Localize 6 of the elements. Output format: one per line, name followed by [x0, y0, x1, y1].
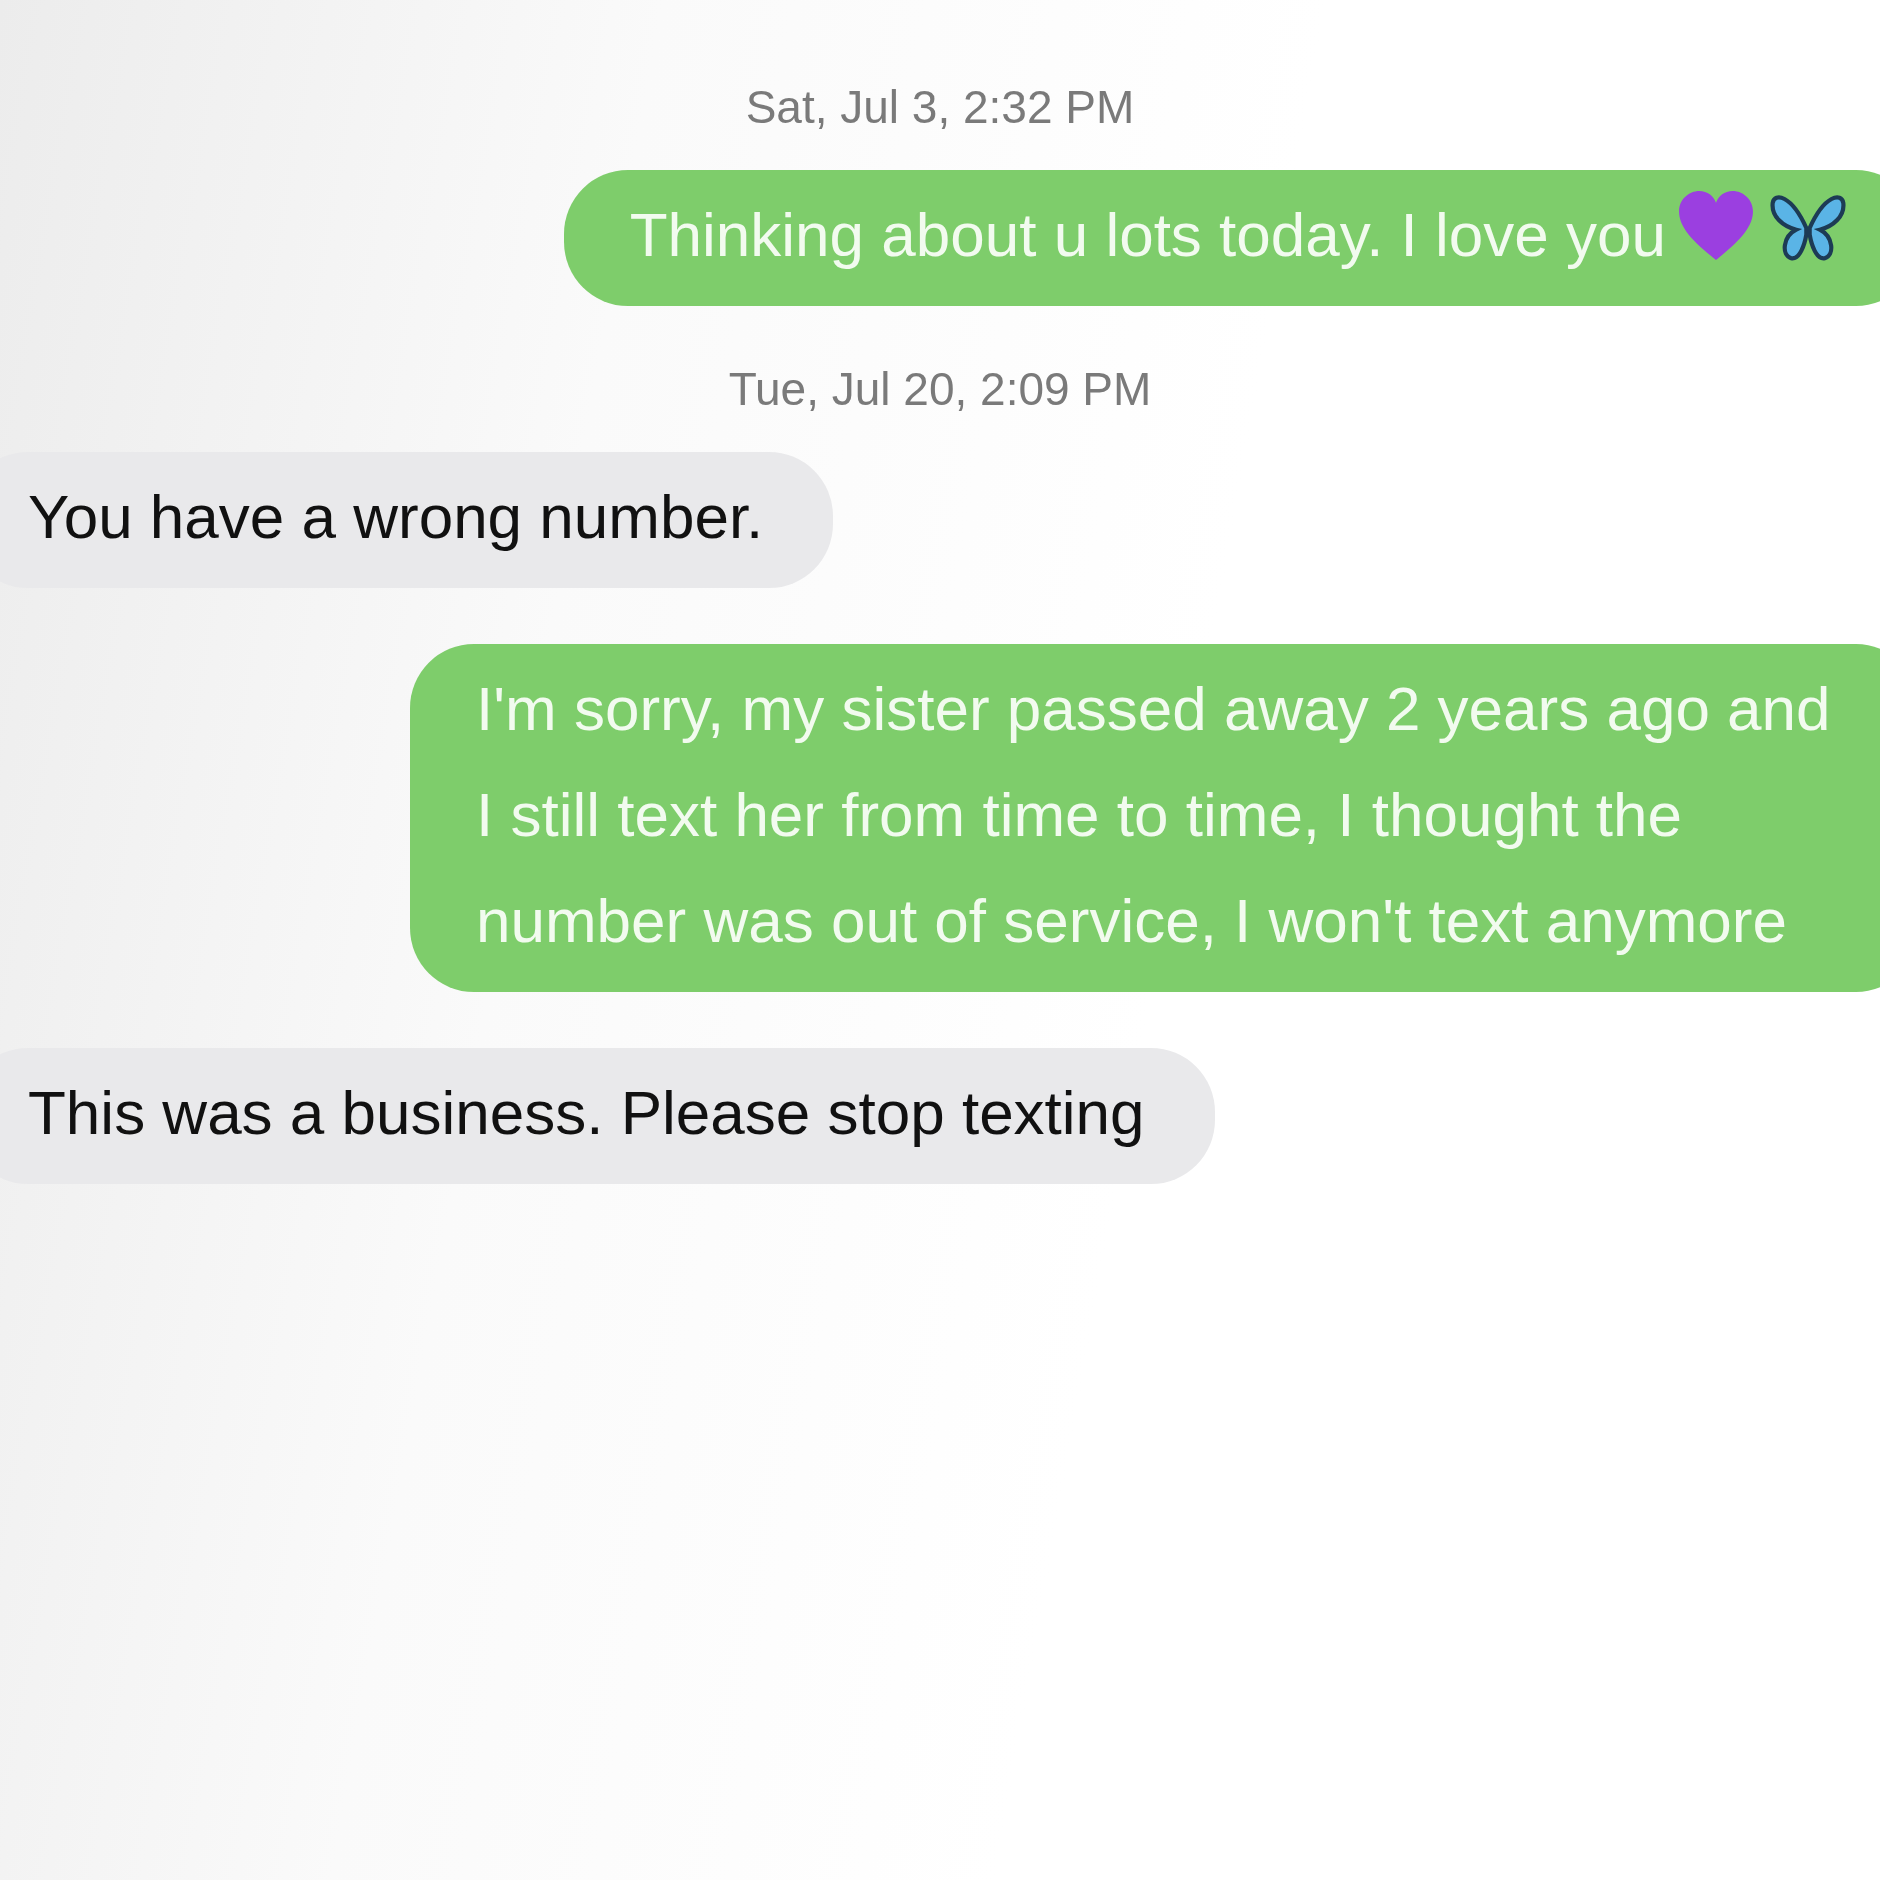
timestamp: Sat, Jul 3, 2:32 PM: [745, 80, 1135, 134]
received-message-bubble: This was a business. Please stop texting: [0, 1048, 1215, 1184]
sent-message-bubble: Thinking about u lots today. I love you: [563, 170, 1880, 306]
timestamp: Tue, Jul 20, 2:09 PM: [728, 362, 1152, 416]
received-message-bubble: You have a wrong number.: [0, 452, 834, 588]
sent-message-bubble: I'm sorry, my sister passed away 2 years ago and I still text her from time to time, I thought the number was out of service, I won't text anymore: [410, 644, 1880, 992]
